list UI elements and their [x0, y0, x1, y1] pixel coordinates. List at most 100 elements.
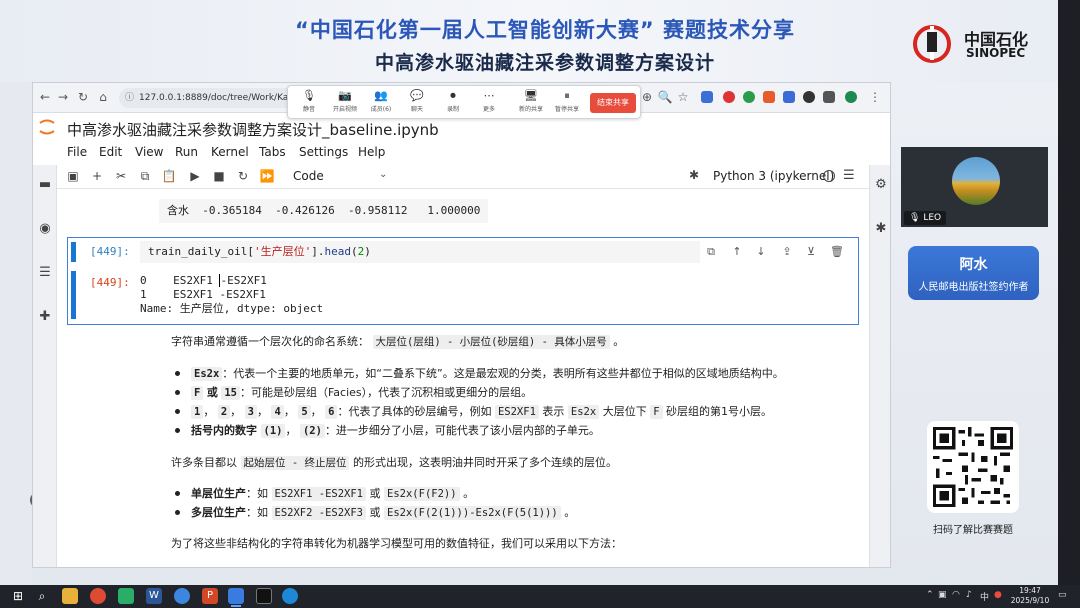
tray-chevron-up-icon[interactable]: ⌃ [926, 590, 934, 600]
menu-bar: File Edit View Run Kernel Tabs Settings … [33, 143, 890, 165]
previous-cell-output: 含水 -0.365184 -0.426126 -0.958112 1.00000… [159, 199, 489, 223]
notebook-title[interactable]: 中高渗水驱油藏注采参数调整方案设计_baseline.ipynb [67, 119, 439, 140]
chrome-icon[interactable] [90, 588, 106, 604]
property-inspector-gear-icon[interactable]: ⚙ [873, 177, 889, 193]
paste-icon[interactable]: 📋 [161, 169, 177, 183]
word-icon[interactable]: W [146, 588, 162, 604]
fast-forward-icon[interactable]: ⏩ [259, 169, 275, 183]
delete-icon[interactable]: 🗑 [830, 245, 844, 258]
restart-icon[interactable]: ↻ [235, 169, 251, 183]
forward-icon[interactable]: → [55, 90, 71, 104]
end-share-button[interactable]: 结束共享 [590, 93, 636, 113]
more-icon: ⋯ [483, 89, 495, 102]
move-up-icon[interactable]: ↑ [730, 245, 744, 258]
search-icon[interactable]: ⌕ [34, 588, 50, 604]
cell-collapser-input[interactable] [71, 242, 76, 262]
menu-edit[interactable]: Edit [99, 145, 122, 159]
zoom-icon-2[interactable]: 🔍 [657, 90, 673, 104]
menu-run[interactable]: Run [175, 145, 198, 159]
extension-orange-icon[interactable] [763, 91, 775, 103]
kernel-name[interactable]: Python 3 (ipykernel) [713, 169, 834, 183]
slide-subtitle: 中高渗水驱油藏注采参数调整方案设计 [374, 52, 715, 74]
meeting-btn-video[interactable]: 📷 开启视频 [328, 89, 362, 113]
notebook-content[interactable]: 含水 -0.365184 -0.426126 -0.958112 1.00000… [57, 189, 869, 567]
md-bullet-f15: F 或 15 ：可能是砂层组（Facies），代表了沉积相或更细分的层组。 [191, 384, 532, 400]
home-icon[interactable]: ⌂ [95, 90, 111, 104]
terminal-icon[interactable] [256, 588, 272, 604]
menu-help[interactable]: Help [358, 145, 385, 159]
menu-view[interactable]: View [135, 145, 163, 159]
bookmark-star-icon[interactable]: ☆ [675, 90, 691, 104]
qr-code [927, 421, 1019, 513]
meeting-btn-chat[interactable]: 💬 聊天 [400, 89, 434, 113]
extension-translate-icon[interactable] [701, 91, 713, 103]
speaker-name-card: 阿水 人民邮电出版社签约作者 [908, 246, 1039, 300]
insert-above-icon[interactable]: ⇪ [780, 245, 794, 258]
code-editor[interactable]: train_daily_oil['生产层位'].head(2) [140, 241, 700, 263]
table-of-contents-icon[interactable]: ☰ [37, 265, 53, 281]
menu-file[interactable]: File [67, 145, 87, 159]
tray-volume-icon[interactable]: ♪ [966, 590, 972, 600]
duplicate-icon[interactable]: ⧉ [704, 245, 718, 259]
participant-name-tag: 🎙 LEO [904, 211, 947, 225]
running-kernels-icon[interactable]: ◉ [37, 221, 53, 237]
hamburger-menu-icon[interactable]: ☰ [843, 168, 855, 183]
extension-v-icon[interactable] [783, 91, 795, 103]
meeting-btn-mute[interactable]: 🎙 静音 [292, 89, 326, 113]
tray-wifi-icon[interactable]: ◠ [952, 590, 960, 600]
extension-dark-icon[interactable] [803, 91, 815, 103]
run-icon[interactable]: ▶ [187, 169, 203, 183]
participant-avatar [952, 157, 1000, 205]
extension-puzzle-icon[interactable] [823, 91, 835, 103]
debugger-bug-icon[interactable]: ✱ [873, 221, 889, 237]
file-explorer-icon[interactable] [62, 588, 78, 604]
tray-app-icon[interactable]: ▣ [938, 590, 947, 600]
insert-below-icon[interactable]: ⊻ [804, 245, 818, 258]
profile-avatar-icon[interactable] [845, 91, 857, 103]
meeting-btn-record[interactable]: ⏺ 录制 [436, 89, 470, 113]
move-down-icon[interactable]: ↓ [754, 245, 768, 258]
taskbar-clock[interactable]: 19:47 2025/9/10 [1010, 586, 1050, 606]
stop-icon[interactable]: ■ [211, 169, 227, 183]
meeting-btn-pause-share[interactable]: ⏸ 暂停共享 [550, 89, 584, 113]
reload-icon[interactable]: ↻ [75, 90, 91, 104]
tray-ime[interactable]: 中 [980, 590, 989, 603]
meeting-btn-more[interactable]: ⋯ 更多 [472, 89, 506, 113]
menu-kernel[interactable]: Kernel [211, 145, 249, 159]
participant-video-tile[interactable]: 🎙 LEO [901, 147, 1048, 227]
site-info-icon: ⓘ [125, 93, 135, 103]
debug-bug-icon[interactable]: ✱ [689, 168, 699, 182]
camera-icon: 📷 [338, 89, 352, 102]
browser-window: ← → ↻ ⌂ ⓘ 127.0.0.1:8889/doc/tree/Work/K… [32, 82, 891, 568]
windows-start-icon[interactable]: ⊞ [10, 588, 26, 604]
meeting-app-icon[interactable] [228, 588, 244, 607]
app-blue-icon[interactable] [174, 588, 190, 604]
record-icon: ⏺ [450, 89, 456, 102]
folder-icon[interactable]: ▬ [37, 177, 53, 193]
active-code-cell[interactable]: [449]: train_daily_oil['生产层位'].head(2) ⧉… [67, 237, 859, 325]
cell-collapser-output[interactable] [71, 271, 76, 319]
powerpoint-icon[interactable]: P [202, 588, 218, 604]
meeting-toolbar: 🎙 静音 📷 开启视频 👥 成员(6) 💬 聊天 ⏺ 录制 ⋯ 更多 🖥 新的共享 ⏸ 暂停共享… [287, 85, 641, 119]
copy-icon[interactable]: ⧉ [137, 169, 153, 184]
tray-antivirus-icon[interactable]: ● [994, 590, 1002, 600]
meeting-btn-new-share[interactable]: 🖥 新的共享 [514, 89, 548, 113]
cut-icon[interactable]: ✂ [113, 169, 129, 183]
zoom-icon[interactable]: ⊕ [639, 90, 655, 104]
meeting-btn-members[interactable]: 👥 成员(6) [364, 89, 398, 113]
extension-red-icon[interactable] [723, 91, 735, 103]
menu-tabs[interactable]: Tabs [259, 145, 286, 159]
menu-settings[interactable]: Settings [299, 145, 348, 159]
notification-icon[interactable]: ▭ [1058, 590, 1067, 600]
edge-icon[interactable] [282, 588, 298, 604]
left-activity-bar: ▬ ◉ ☰ ✚ [33, 165, 57, 567]
extensions-puzzle-icon[interactable]: ✚ [37, 309, 53, 325]
extension-green-icon[interactable] [743, 91, 755, 103]
cell-type-select[interactable]: Code [293, 169, 324, 183]
add-cell-icon[interactable]: + [89, 169, 105, 183]
wechat-icon[interactable] [118, 588, 134, 604]
chevron-down-icon[interactable]: ⌄ [379, 169, 387, 180]
back-icon[interactable]: ← [37, 90, 53, 104]
browser-menu-icon[interactable]: ⋮ [867, 90, 883, 104]
save-icon[interactable]: ▣ [65, 169, 81, 183]
